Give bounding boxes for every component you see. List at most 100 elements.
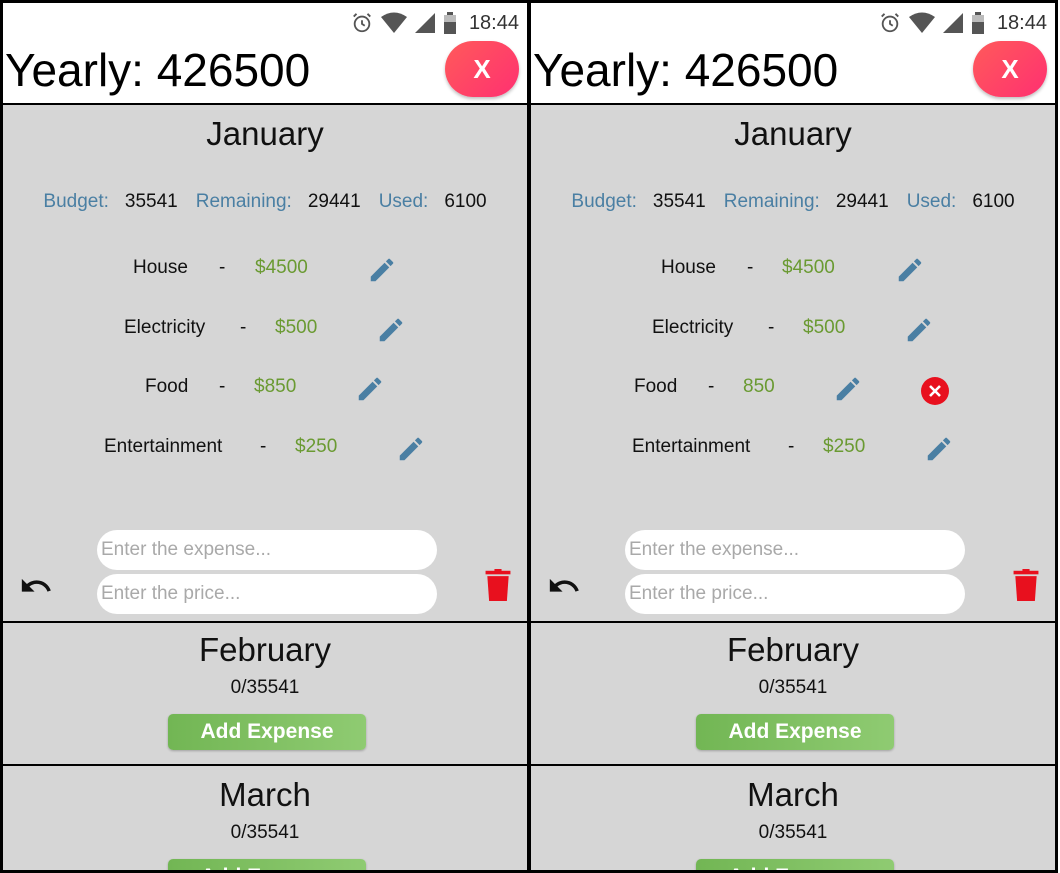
expense-row: Electricity - $500	[531, 317, 1055, 357]
app-header: 18:44 Yearly: 426500 X	[3, 3, 527, 105]
month-title: March	[219, 776, 311, 813]
month-title: February	[198, 631, 332, 668]
phone-screen-right: 18:44 Yearly: 426500 X January Budget: 3…	[528, 0, 1058, 873]
month-progress: 0/35541	[230, 822, 300, 843]
expense-row: Electricity - $500	[3, 317, 527, 357]
expense-price: $500	[803, 317, 846, 338]
expense-price-input[interactable]	[97, 574, 437, 614]
budget-label: Budget:	[43, 191, 109, 212]
budget-value: 35541	[652, 191, 706, 212]
edit-button[interactable]	[895, 255, 925, 291]
month-section-march: March 0/35541 Add Expense	[3, 768, 527, 870]
expense-price: $500	[275, 317, 318, 338]
expense-dash: -	[260, 436, 267, 457]
month-progress: 0/35541	[758, 822, 828, 843]
expense-price: $4500	[782, 257, 835, 278]
signal-icon	[414, 13, 435, 33]
month-section-february: February 0/35541 Add Expense	[3, 623, 527, 766]
expense-name: House	[133, 257, 188, 278]
expense-name: Food	[634, 376, 678, 397]
used-value: 6100	[444, 191, 487, 212]
expense-name: Food	[145, 376, 189, 397]
used-label: Used:	[906, 191, 957, 212]
month-section-january: January Budget: 35541 Remaining: 29441 U…	[3, 107, 527, 623]
yearly-total: Yearly: 426500	[5, 44, 311, 96]
add-expense-button[interactable]: Add Expense	[168, 714, 366, 750]
edit-button[interactable]	[355, 374, 385, 410]
expense-name: Electricity	[124, 317, 206, 338]
expense-price: $4500	[255, 257, 308, 278]
pencil-icon	[358, 377, 382, 401]
expense-dash: -	[219, 257, 226, 278]
expense-row: House - $4500	[3, 257, 527, 297]
expense-price-input[interactable]	[625, 574, 965, 614]
yearly-total: Yearly: 426500	[533, 44, 839, 96]
edit-button[interactable]	[833, 374, 863, 410]
expense-row: House - $4500	[531, 257, 1055, 297]
close-button[interactable]: X	[973, 41, 1047, 97]
battery-icon	[971, 12, 984, 34]
status-time: 18:44	[468, 11, 519, 34]
used-value: 6100	[972, 191, 1015, 212]
edit-button[interactable]	[396, 434, 426, 470]
expense-row: Food - $850	[3, 376, 527, 416]
expense-price: $250	[823, 436, 866, 457]
expense-dash: -	[240, 317, 247, 338]
expense-name-input[interactable]	[97, 530, 437, 570]
month-progress: 0/35541	[230, 677, 300, 698]
remaining-label: Remaining:	[723, 191, 820, 212]
expense-dash: -	[219, 376, 226, 397]
expense-price: $250	[295, 436, 338, 457]
remaining-label: Remaining:	[195, 191, 292, 212]
expense-name: Entertainment	[104, 436, 223, 457]
trash-icon[interactable]	[1013, 569, 1039, 601]
undo-icon[interactable]	[19, 569, 53, 603]
wifi-icon	[908, 12, 935, 33]
month-title: January	[206, 115, 324, 152]
edit-button[interactable]	[904, 315, 934, 351]
status-bar: 18:44	[351, 9, 519, 37]
remaining-value: 29441	[307, 191, 361, 212]
delete-expense-button[interactable]	[921, 377, 949, 405]
budget-stats: Budget: 35541 Remaining: 29441 Used: 610…	[531, 191, 1055, 213]
expense-row-editing: Food - 850	[531, 376, 1055, 416]
add-expense-button[interactable]: Add Expense	[696, 714, 894, 750]
expense-row: Entertainment - $250	[531, 436, 1055, 476]
month-title: January	[734, 115, 852, 152]
expense-name: Entertainment	[632, 436, 751, 457]
add-expense-button[interactable]: Add Expense	[696, 859, 894, 870]
pencil-icon	[370, 258, 394, 282]
pencil-icon	[379, 318, 403, 342]
expense-dash: -	[768, 317, 775, 338]
expense-name: Electricity	[652, 317, 734, 338]
wifi-icon	[380, 12, 407, 33]
close-circle-icon	[929, 385, 941, 397]
remaining-value: 29441	[835, 191, 889, 212]
pencil-icon	[927, 437, 951, 461]
phone-screen-left: 18:44 Yearly: 426500 X January Budget: 3…	[0, 0, 530, 873]
pencil-icon	[399, 437, 423, 461]
budget-value: 35541	[124, 191, 178, 212]
signal-icon	[942, 13, 963, 33]
expense-price-editing[interactable]: 850	[743, 376, 775, 398]
expense-dash: -	[747, 257, 754, 278]
undo-icon[interactable]	[547, 569, 581, 603]
close-button[interactable]: X	[445, 41, 519, 97]
budget-stats: Budget: 35541 Remaining: 29441 Used: 610…	[3, 191, 527, 213]
budget-label: Budget:	[571, 191, 637, 212]
edit-button[interactable]	[924, 434, 954, 470]
pencil-icon	[836, 377, 860, 401]
app-header: 18:44 Yearly: 426500 X	[531, 3, 1055, 105]
month-title: March	[747, 776, 839, 813]
expense-dash: -	[708, 376, 715, 397]
edit-button[interactable]	[367, 255, 397, 291]
trash-icon[interactable]	[485, 569, 511, 601]
edit-button[interactable]	[376, 315, 406, 351]
pencil-icon	[898, 258, 922, 282]
expense-name-input[interactable]	[625, 530, 965, 570]
expense-name: House	[661, 257, 716, 278]
month-section-february: February 0/35541 Add Expense	[531, 623, 1055, 766]
status-time: 18:44	[996, 11, 1047, 34]
add-expense-button[interactable]: Add Expense	[168, 859, 366, 870]
expense-row: Entertainment - $250	[3, 436, 527, 476]
